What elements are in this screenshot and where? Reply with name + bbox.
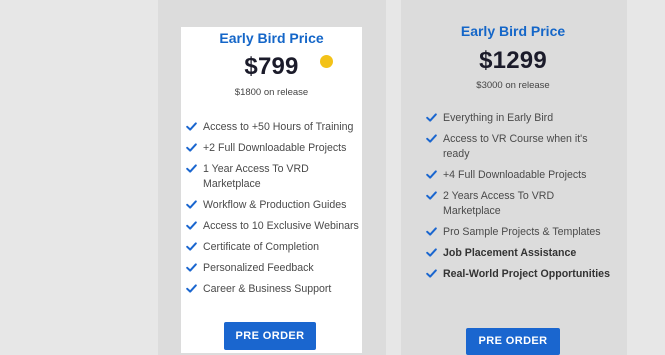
feature-label: Access to +50 Hours of Training (203, 121, 354, 133)
feature-item: +2 Full Downloadable Projects (185, 141, 361, 156)
feature-item: +4 Full Downloadable Projects (425, 168, 610, 183)
feature-item: 2 Years Access To VRD Marketplace (425, 189, 610, 219)
check-icon (186, 142, 197, 153)
check-icon (186, 283, 197, 294)
feature-label: Personalized Feedback (203, 262, 314, 274)
check-icon (186, 121, 197, 132)
feature-label: +2 Full Downloadable Projects (203, 142, 347, 154)
feature-item: Pro Sample Projects & Templates (425, 225, 610, 240)
pre-order-button[interactable]: PRE ORDER (466, 328, 560, 355)
status-dot (320, 55, 333, 68)
card-title: Early Bird Price (460, 23, 566, 39)
feature-label: Access to VR Course when it's ready (443, 133, 588, 160)
feature-list: Everything in Early Bird Access to VR Co… (425, 111, 610, 288)
check-icon (426, 226, 437, 237)
feature-item: Career & Business Support (185, 282, 361, 297)
check-icon (426, 190, 437, 201)
card-release-price: $3000 on release (476, 80, 550, 91)
check-icon (426, 169, 437, 180)
feature-label: Certificate of Completion (203, 241, 319, 253)
check-icon (426, 247, 437, 258)
feature-item: Real-World Project Opportunities (425, 267, 610, 282)
check-icon (186, 262, 197, 273)
pricing-card-pro: Early Bird Price $1299 $3000 on release … (416, 20, 610, 355)
feature-list: Access to +50 Hours of Training +2 Full … (185, 120, 361, 303)
feature-label: Pro Sample Projects & Templates (443, 226, 601, 238)
feature-item: Access to 10 Exclusive Webinars (185, 219, 361, 234)
card-release-price: $1800 on release (234, 87, 309, 98)
card-price: $799 (244, 53, 299, 80)
feature-label: Career & Business Support (203, 283, 332, 295)
feature-label: Everything in Early Bird (443, 112, 554, 124)
feature-label: 2 Years Access To VRD Marketplace (443, 190, 555, 217)
feature-label: Access to 10 Exclusive Webinars (203, 220, 359, 232)
feature-item: Personalized Feedback (185, 261, 361, 276)
check-icon (426, 268, 437, 279)
feature-label: Job Placement Assistance (443, 247, 577, 259)
check-icon (186, 199, 197, 210)
check-icon (186, 241, 197, 252)
pre-order-button[interactable]: PRE ORDER (224, 322, 316, 350)
check-icon (186, 163, 197, 174)
feature-label: +4 Full Downloadable Projects (443, 169, 587, 181)
feature-item: Certificate of Completion (185, 240, 361, 255)
feature-item: Everything in Early Bird (425, 111, 610, 126)
check-icon (186, 220, 197, 231)
pricing-card-basic: Early Bird Price $799 $1800 on release A… (181, 27, 362, 353)
feature-item: Access to +50 Hours of Training (185, 120, 361, 135)
feature-label: 1 Year Access To VRD Marketplace (203, 163, 309, 190)
card-title: Early Bird Price (219, 30, 324, 46)
check-icon (426, 112, 437, 123)
feature-label: Workflow & Production Guides (203, 199, 347, 211)
feature-item: 1 Year Access To VRD Marketplace (185, 162, 361, 192)
feature-label: Real-World Project Opportunities (443, 268, 610, 280)
check-icon (426, 133, 437, 144)
feature-item: Workflow & Production Guides (185, 198, 361, 213)
feature-item: Access to VR Course when it's ready (425, 132, 610, 162)
card-price: $1299 (479, 47, 547, 74)
feature-item: Job Placement Assistance (425, 246, 610, 261)
